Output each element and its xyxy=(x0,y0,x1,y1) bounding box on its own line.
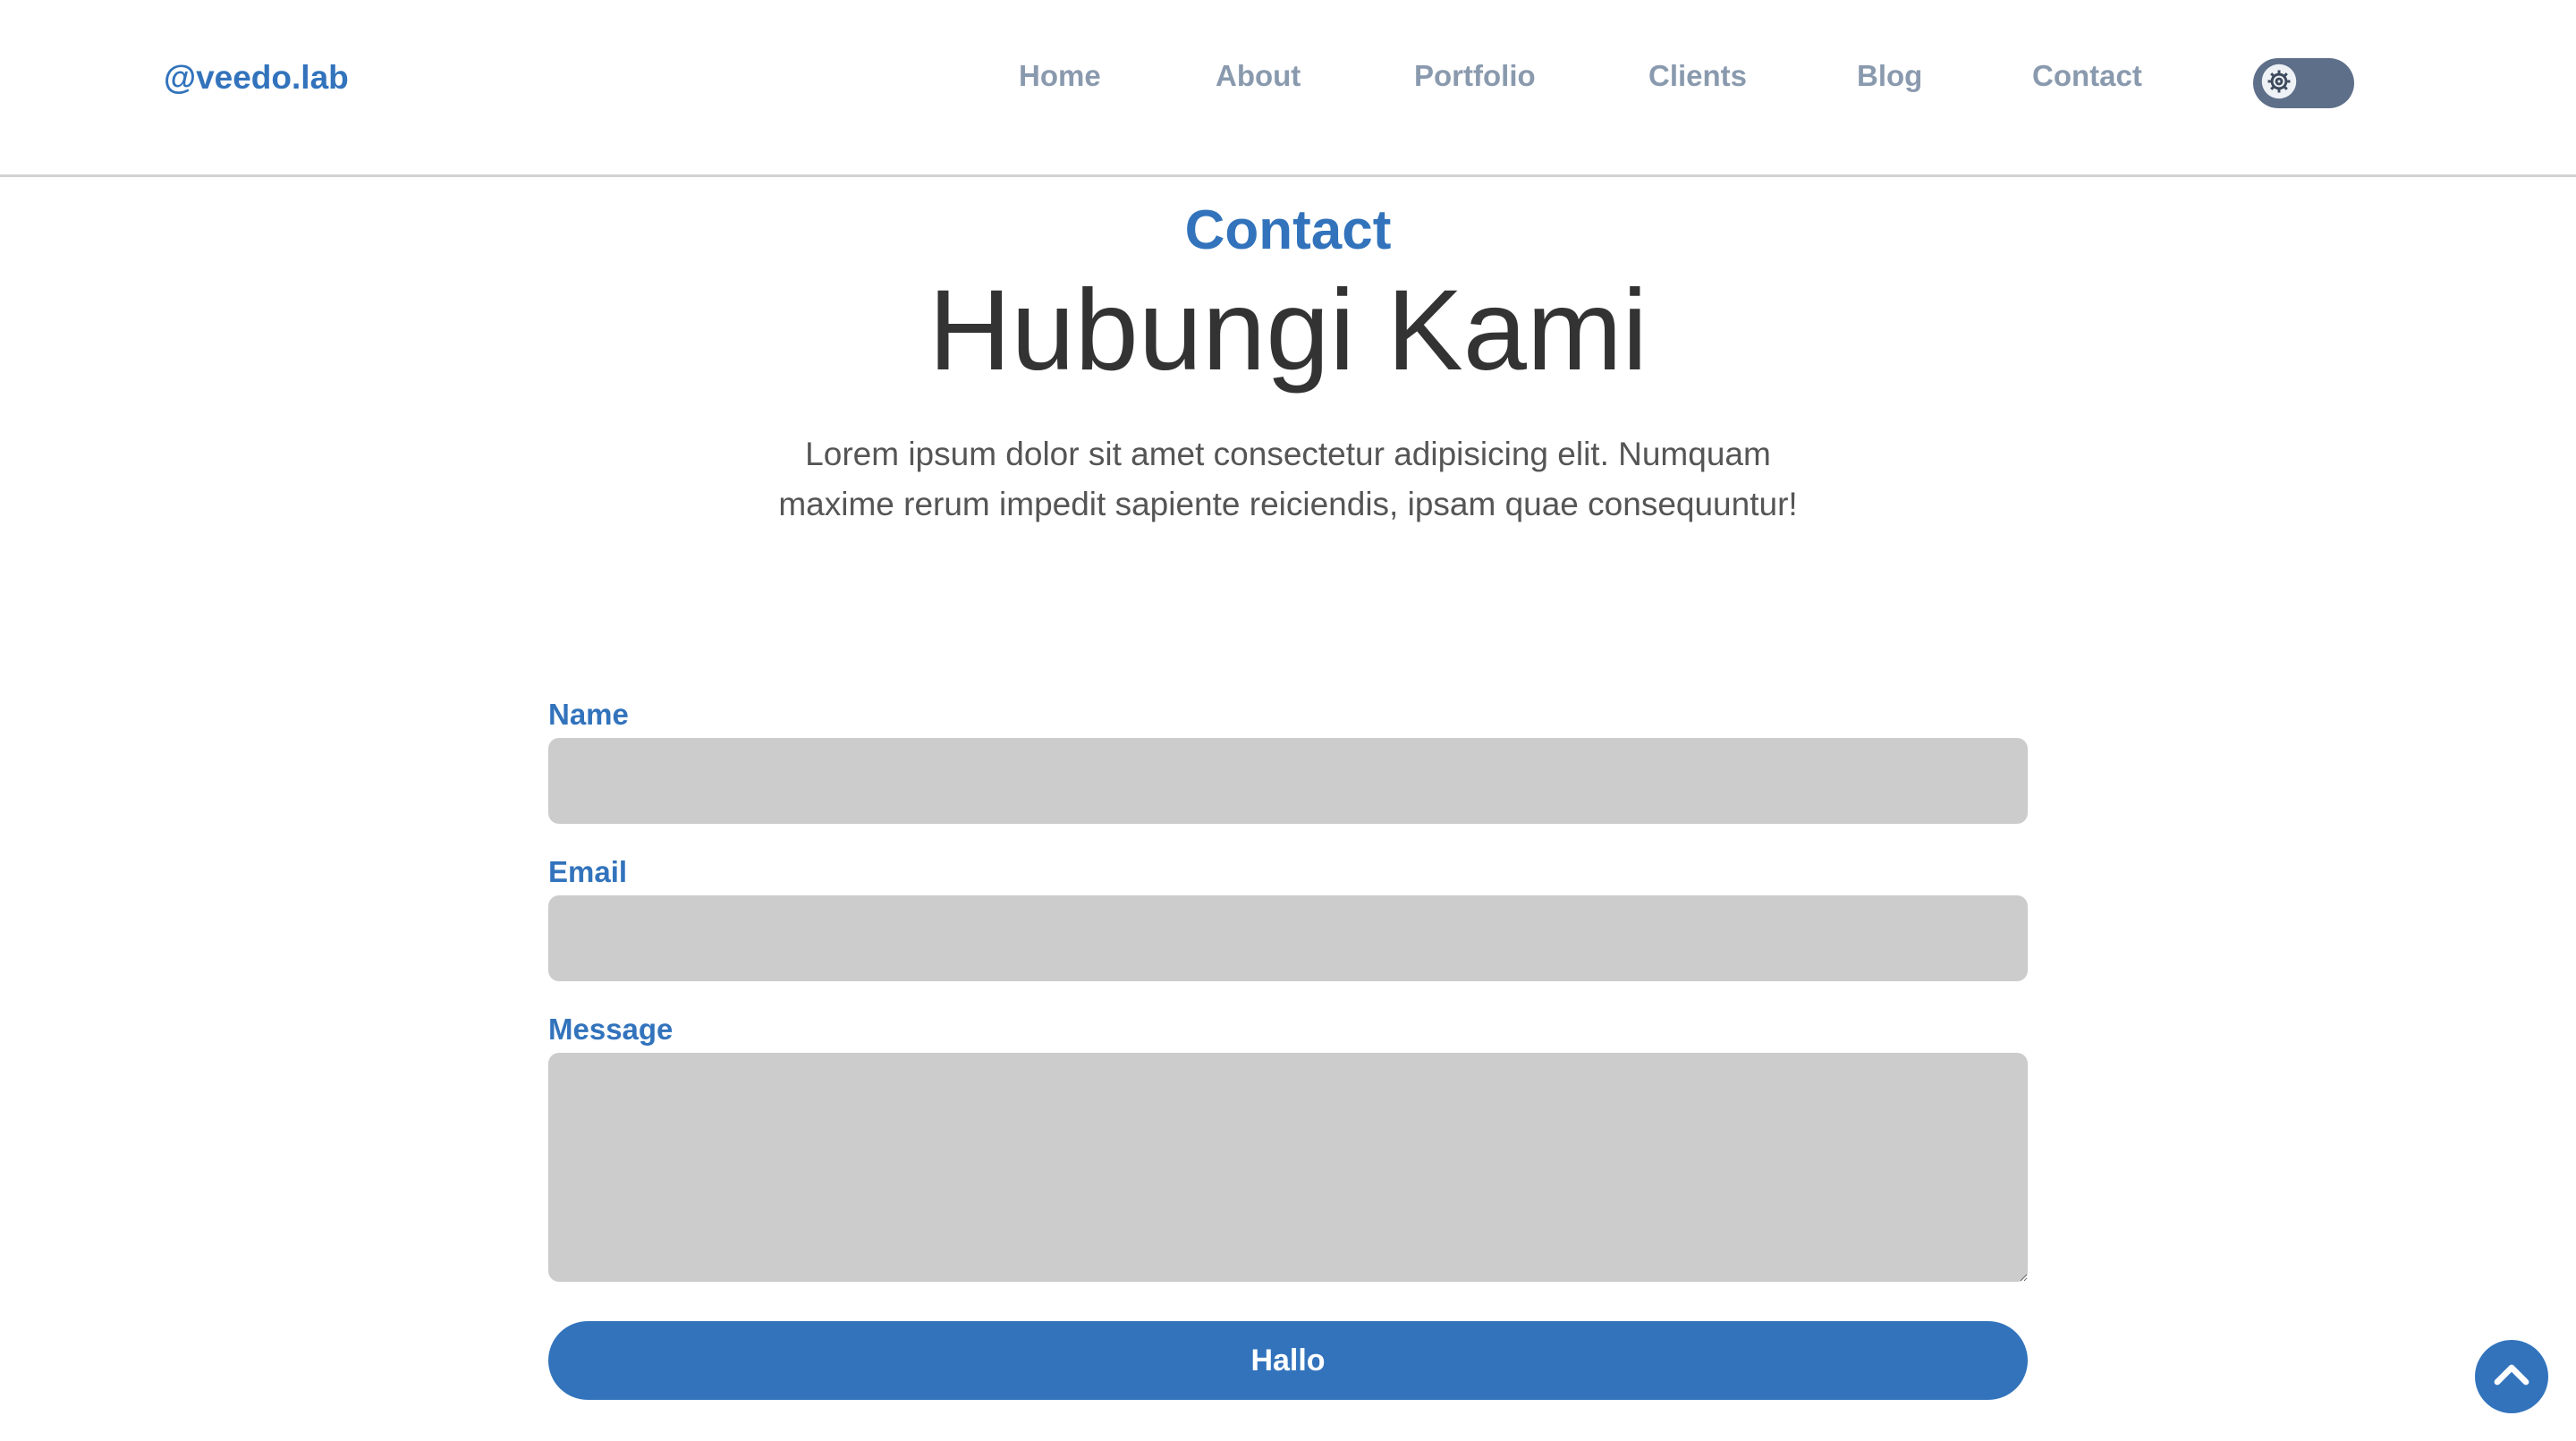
theme-toggle[interactable] xyxy=(2253,58,2354,108)
email-input[interactable] xyxy=(548,895,2028,981)
name-input[interactable] xyxy=(548,738,2028,824)
back-to-top-button[interactable] xyxy=(2475,1340,2548,1413)
message-label: Message xyxy=(548,1013,674,1046)
gear-icon xyxy=(2259,62,2299,106)
message-textarea[interactable] xyxy=(548,1053,2028,1282)
toggle-knob xyxy=(2258,63,2300,104)
brand-logo[interactable]: @veedo.lab xyxy=(164,59,349,97)
nav-link-home[interactable]: Home xyxy=(1019,59,1101,93)
nav-link-contact[interactable]: Contact xyxy=(2032,59,2142,93)
nav-link-about[interactable]: About xyxy=(1216,59,1301,93)
submit-button[interactable]: Hallo xyxy=(548,1321,2028,1400)
navbar: @veedo.lab Home About Portfolio Clients … xyxy=(0,0,2576,177)
nav-link-clients[interactable]: Clients xyxy=(1648,59,1747,93)
section-tag: Contact xyxy=(1184,199,1392,261)
chevron-up-icon xyxy=(2490,1353,2533,1401)
nav-link-portfolio[interactable]: Portfolio xyxy=(1414,59,1536,93)
page-title: Hubungi Kami xyxy=(928,267,1648,394)
nav-link-blog[interactable]: Blog xyxy=(1857,59,1922,93)
section-description: Lorem ipsum dolor sit amet consectetur a… xyxy=(778,436,1798,522)
email-label: Email xyxy=(548,855,628,888)
name-label: Name xyxy=(548,698,629,731)
